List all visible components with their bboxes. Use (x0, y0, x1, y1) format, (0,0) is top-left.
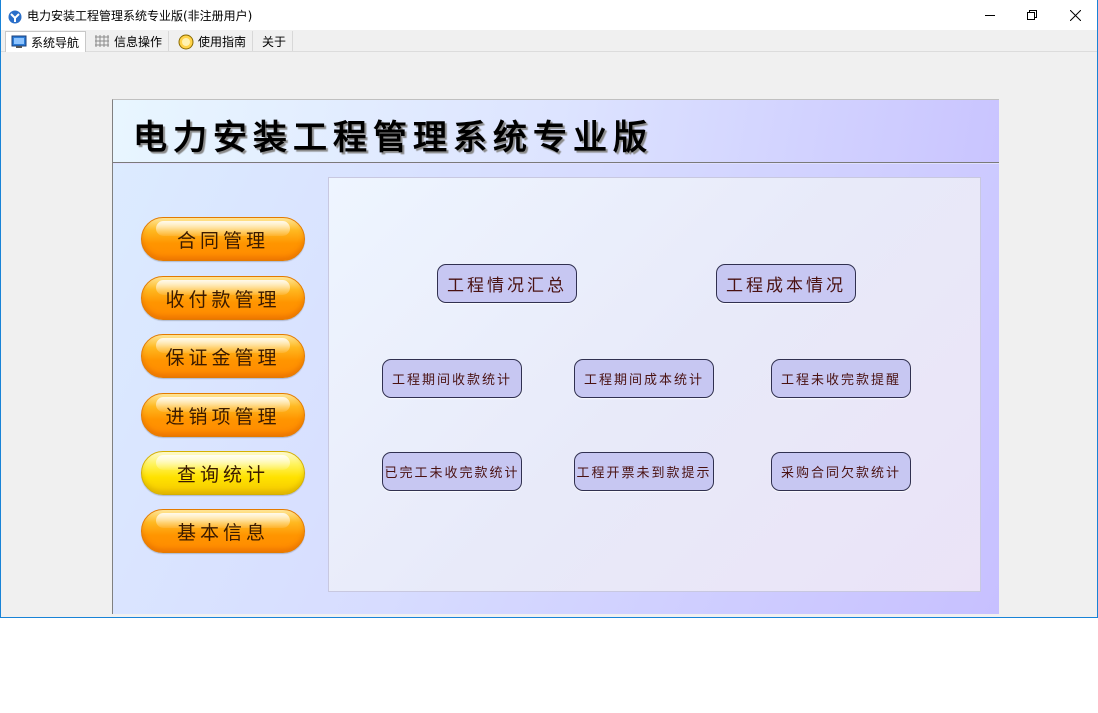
payment-management-button[interactable]: 收付款管理 (141, 276, 305, 320)
restore-icon (1026, 10, 1037, 20)
tab-about[interactable]: 关于 (257, 31, 294, 51)
basic-info-button[interactable]: 基本信息 (141, 509, 305, 553)
tab-system-navigation[interactable]: 系统导航 (5, 31, 87, 52)
purchase-arrears-button[interactable]: 采购合同欠款统计 (771, 452, 911, 491)
query-statistics-button[interactable]: 查询统计 (141, 451, 305, 495)
panel-title: 电力安装工程管理系统专业版 (133, 118, 653, 158)
restore-button[interactable] (1009, 0, 1054, 30)
period-receipts-button[interactable]: 工程期间收款统计 (382, 359, 522, 398)
tab-label: 关于 (262, 34, 287, 49)
tab-bar: 系统导航 信息操作 使用指南 关于 (1, 30, 1097, 52)
app-window: 电力安装工程管理系统专业版(非注册用户) 系统导航 信息操作 使用指南 关于 电… (0, 0, 1098, 618)
unpaid-reminder-button[interactable]: 工程未收完款提醒 (771, 359, 911, 398)
grid-icon (94, 34, 110, 48)
tab-label: 系统导航 (31, 35, 80, 50)
invoice-unreceived-button[interactable]: 工程开票未到款提示 (574, 452, 714, 491)
tab-label: 使用指南 (198, 34, 247, 49)
minimize-icon (984, 15, 995, 16)
deposit-management-button[interactable]: 保证金管理 (141, 334, 305, 378)
panel-header: 电力安装工程管理系统专业版 (113, 100, 999, 163)
project-cost-button[interactable]: 工程成本情况 (716, 264, 856, 303)
completed-unpaid-button[interactable]: 已完工未收完款统计 (382, 452, 522, 491)
contract-management-button[interactable]: 合同管理 (141, 217, 305, 261)
project-summary-button[interactable]: 工程情况汇总 (437, 264, 577, 303)
period-costs-button[interactable]: 工程期间成本统计 (574, 359, 714, 398)
close-icon (1070, 9, 1081, 21)
divider (113, 163, 999, 164)
navigation-panel: 电力安装工程管理系统专业版 合同管理 收付款管理 保证金管理 进销项管理 查询统… (112, 99, 999, 614)
monitor-icon (11, 35, 27, 49)
tab-user-guide[interactable]: 使用指南 (173, 31, 254, 51)
help-coin-icon (178, 34, 194, 50)
minimize-button[interactable] (967, 0, 1012, 30)
tax-items-management-button[interactable]: 进销项管理 (141, 393, 305, 437)
window-title: 电力安装工程管理系统专业版(非注册用户) (27, 9, 253, 23)
tab-info-operations[interactable]: 信息操作 (89, 31, 170, 51)
function-area: 工程情况汇总 工程成本情况 工程期间收款统计 工程期间成本统计 工程未收完款提醒… (328, 177, 981, 592)
tab-label: 信息操作 (114, 34, 163, 49)
title-bar[interactable]: 电力安装工程管理系统专业版(非注册用户) (1, 0, 1097, 30)
close-button[interactable] (1053, 0, 1098, 30)
app-logo-icon (7, 9, 23, 24)
